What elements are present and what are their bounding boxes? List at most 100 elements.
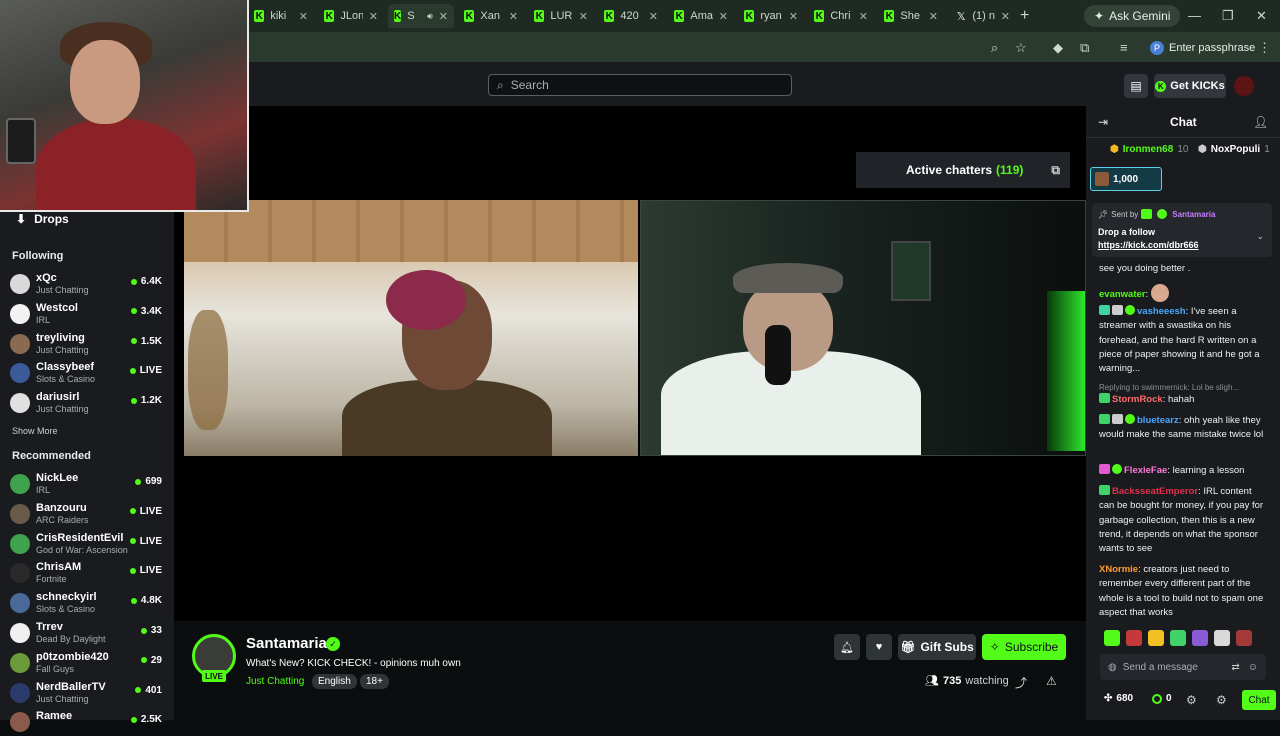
kicks-balance[interactable]: ✣ 680 [1104,693,1133,704]
close-window-button[interactable]: ✕ [1256,8,1267,24]
sidebar-channel[interactable]: NerdBallerTV Just Chatting 401 [10,679,164,707]
tag-age[interactable]: 18+ [360,674,389,689]
drops-link[interactable]: ⬇ Drops [16,212,69,226]
close-tab-icon[interactable]: ✕ [369,10,378,23]
user-avatar[interactable] [1234,76,1254,96]
zoom-icon[interactable]: ⌕ [991,40,998,56]
chat-message[interactable]: StormRock: hahah [1099,393,1267,407]
emoji-icon[interactable]: ☺ [1248,662,1258,673]
minimize-button[interactable]: — [1188,8,1201,23]
sidebar-channel[interactable]: Classybeef Slots & Casino LIVE [10,359,164,387]
popout-icon[interactable]: ⧉ [1051,163,1060,178]
browser-tab[interactable]: K S 🔊︎ ✕ [388,4,454,28]
chat-message[interactable]: bluetearz: ohh yeah like they would make… [1099,414,1267,443]
close-tab-icon[interactable]: ✕ [789,10,798,23]
translate-icon[interactable]: ⇄ [1231,662,1239,673]
browser-tab[interactable]: Kryan ✕ [738,4,804,28]
close-tab-icon[interactable]: ✕ [579,10,588,23]
sidebar-channel[interactable]: xQc Just Chatting 6.4K [10,270,164,298]
get-kicks-button[interactable]: K Get KICKs [1154,74,1226,98]
close-tab-icon[interactable]: ✕ [929,10,938,23]
sidebar-channel[interactable]: NickLee IRL 699 [10,470,164,498]
browser-tab[interactable]: 𝕏 (1) n ✕ [950,4,1016,28]
share-icon[interactable]: ⤴ [1015,674,1027,691]
sidebar-channel[interactable]: schneckyirl Slots & Casino 4.8K [10,589,164,617]
active-chatters-bar[interactable]: Active chatters (119) ⧉ [856,152,1070,188]
chat-message[interactable]: BacksseatEmperor: IRL content can be bou… [1099,485,1267,556]
show-more-link[interactable]: Show More [12,426,58,436]
audio-playing-icon[interactable]: 🔊︎ [427,11,433,22]
browser-tab[interactable]: K She ✕ [878,4,944,28]
streamer-name[interactable]: Santamaria [246,635,327,652]
pinned-message[interactable]: 📌︎ Sent by Santamaria Drop a follow http… [1092,203,1272,257]
sidebar-channel[interactable]: treyliving Just Chatting 1.5K [10,330,164,358]
subscribe-button[interactable]: ✧ Subscribe [982,634,1066,660]
browser-tab[interactable]: K Ama ✕ [668,4,734,28]
passphrase-button[interactable]: P Enter passphrase [1150,38,1255,58]
emote-icon[interactable] [1126,630,1142,646]
chat-username[interactable]: vasheeesh [1137,306,1186,317]
browser-menu-icon[interactable]: ⋮ [1258,40,1271,56]
chat-username[interactable]: FlexieFae [1124,465,1167,476]
sidebar-channel[interactable]: Ramee 2.5K [10,708,164,736]
extensions-puzzle-icon[interactable]: ⧉ [1080,40,1089,56]
browser-tab[interactable]: K 420 ✕ [598,4,664,28]
collapse-chat-icon[interactable]: ⇥ [1098,115,1108,129]
browser-tab[interactable]: K Xan ✕ [458,4,524,28]
chat-message[interactable]: evanwater: [1099,284,1267,302]
emote-icon[interactable] [1170,630,1186,646]
extension-icon[interactable]: ◆ [1053,40,1063,56]
sidebar-channel[interactable]: Trrev Dead By Daylight 33 [10,619,164,647]
close-tab-icon[interactable]: ✕ [299,10,308,23]
sidebar-channel[interactable]: CrisResidentEvil God of War: Ascension LIV… [10,530,164,558]
close-tab-icon[interactable]: ✕ [859,10,868,23]
bookmark-star-icon[interactable]: ☆ [1015,40,1027,56]
emote-icon[interactable] [1236,630,1252,646]
mod-tools-icon[interactable]: ⚙ [1216,693,1227,707]
emote-icon[interactable] [1148,630,1164,646]
close-tab-icon[interactable]: ✕ [1001,10,1010,23]
emote-icon[interactable] [1214,630,1230,646]
chat-username[interactable]: bluetearz [1137,415,1179,426]
close-tab-icon[interactable]: ✕ [719,10,728,23]
leaderboard-entry[interactable]: ⬢ NoxPopuli 1 [1198,144,1270,155]
browser-tab[interactable]: K JLon ✕ [318,4,384,28]
emote-picker-icon[interactable]: ◍ [1108,662,1117,673]
tag-language[interactable]: English [312,674,357,689]
chat-username[interactable]: StormRock [1112,394,1163,405]
report-icon[interactable]: ⚠ [1046,674,1057,688]
chat-goal[interactable]: 1,000 [1090,167,1162,191]
chat-settings-icon[interactable]: ⚙ [1186,693,1197,707]
ask-gemini-button[interactable]: ✦ Ask Gemini [1084,5,1181,27]
follow-heart-button[interactable]: ♥ [866,634,892,660]
pinned-link[interactable]: https://kick.com/dbr666 [1098,240,1199,250]
notification-bell-button[interactable]: 🔔︎ [834,634,860,660]
gift-subs-button[interactable]: 🎁︎ Gift Subs [898,634,976,660]
browse-icon[interactable]: ▤ [1124,74,1148,98]
search-input[interactable]: ⌕ Search [488,74,792,96]
sidebar-channel[interactable]: Westcol IRL 3.4K [10,300,164,328]
chat-username[interactable]: BacksseatEmperor [1112,486,1198,497]
media-controls-icon[interactable]: ≡ [1120,40,1128,55]
emote-icon[interactable] [1104,630,1120,646]
chat-message[interactable]: vasheeesh: I've seen a streamer with a s… [1099,305,1267,376]
reply-indicator[interactable]: Replying to swimmernick: Lol be sligh... [1099,383,1239,392]
browser-tab[interactable]: Kkiki ✕ [248,4,314,28]
close-tab-icon[interactable]: ✕ [649,10,658,23]
sidebar-channel[interactable]: Banzouru ARC Raiders LIVE [10,500,164,528]
chat-message[interactable]: XNormie: creators just need to remember … [1099,563,1267,620]
emote-icon[interactable] [1192,630,1208,646]
chat-username[interactable]: XNormie [1099,564,1138,575]
send-chat-button[interactable]: Chat [1242,690,1276,710]
chat-message[interactable]: FlexieFae: learning a lesson [1099,464,1267,478]
new-tab-button[interactable]: + [1020,7,1029,25]
leaderboard-entry[interactable]: ⬢ Ironmen68 10 [1110,144,1188,155]
close-tab-icon[interactable]: ✕ [509,10,518,23]
sidebar-channel[interactable]: dariusirl Just Chatting 1.2K [10,389,164,417]
chevron-down-icon[interactable]: ⌄ [1256,231,1264,242]
chat-users-icon[interactable]: 👤︎ [1253,115,1268,129]
close-tab-icon[interactable]: ✕ [439,10,448,23]
stream-category[interactable]: Just Chatting [246,676,304,687]
browser-tab[interactable]: K Chri ✕ [808,4,874,28]
sidebar-channel[interactable]: p0tzombie420 Fall Guys 29 [10,649,164,677]
